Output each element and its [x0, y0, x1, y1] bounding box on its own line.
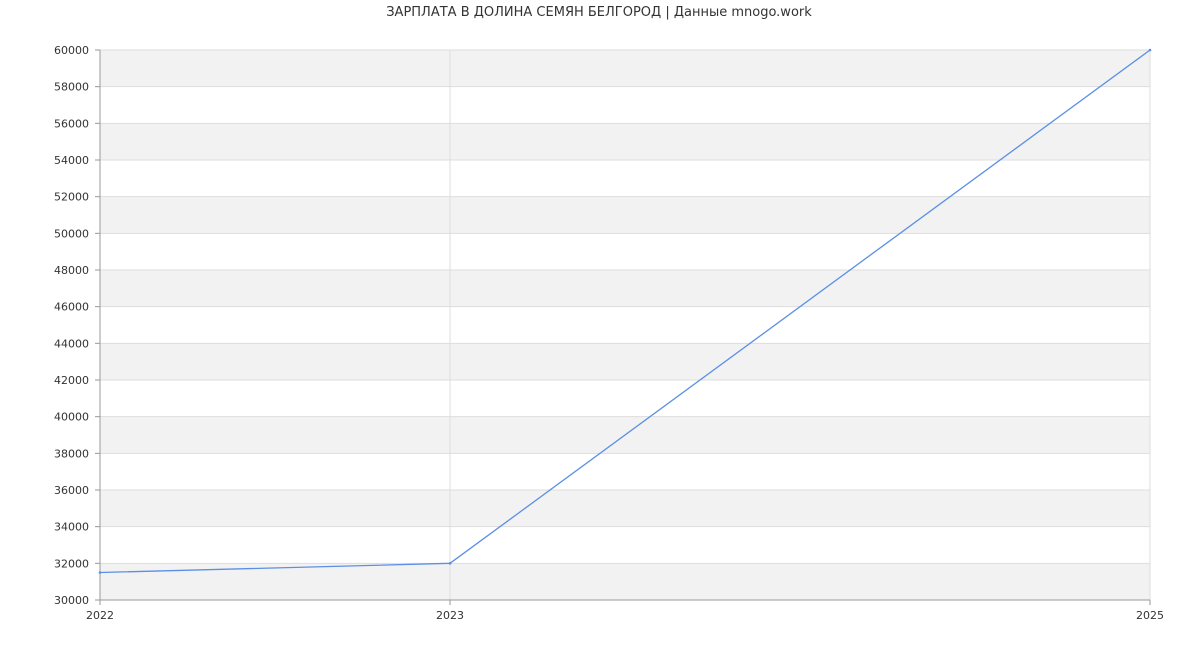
- grid-band: [100, 196, 1150, 234]
- y-tick-label: 32000: [54, 557, 89, 570]
- x-axis-tick-labels: 2022 2023 2025: [86, 609, 1164, 622]
- y-tick-label: 48000: [54, 264, 89, 277]
- y-tick-label: 44000: [54, 337, 89, 350]
- data-point: [1148, 48, 1152, 52]
- data-point: [448, 562, 452, 565]
- y-tick-label: 34000: [54, 521, 89, 534]
- grid-band: [100, 50, 1150, 87]
- y-tick-label: 52000: [54, 191, 89, 204]
- x-tick-label: 2023: [436, 609, 464, 622]
- y-tick-label: 50000: [54, 227, 89, 240]
- y-tick-label: 40000: [54, 411, 89, 424]
- y-tick-label: 54000: [54, 154, 89, 167]
- y-tick-label: 42000: [54, 374, 89, 387]
- y-tick-label: 36000: [54, 484, 89, 497]
- data-point: [98, 571, 102, 574]
- y-tick-label: 58000: [54, 81, 89, 94]
- grid-band: [100, 123, 1150, 160]
- y-tick-label: 46000: [54, 301, 89, 314]
- y-tick-label: 30000: [54, 594, 89, 607]
- salary-line-chart: ЗАРПЛАТА В ДОЛИНА СЕМЯН БЕЛГОРОД | Данны…: [54, 5, 1164, 622]
- grid-band: [100, 270, 1150, 307]
- y-tick-label: 56000: [54, 117, 89, 130]
- grid-band: [100, 343, 1150, 380]
- alternating-bands: [100, 50, 1150, 600]
- y-tick-label: 60000: [54, 44, 89, 57]
- grid-band: [100, 490, 1150, 527]
- y-axis-tick-labels: 30000 32000 34000 36000 38000 40000 42000 44000…: [54, 44, 89, 607]
- y-tick-label: 38000: [54, 447, 89, 460]
- x-tick-label: 2025: [1136, 609, 1164, 622]
- x-tick-label: 2022: [86, 609, 114, 622]
- chart-title: ЗАРПЛАТА В ДОЛИНА СЕМЯН БЕЛГОРОД | Данны…: [386, 5, 812, 20]
